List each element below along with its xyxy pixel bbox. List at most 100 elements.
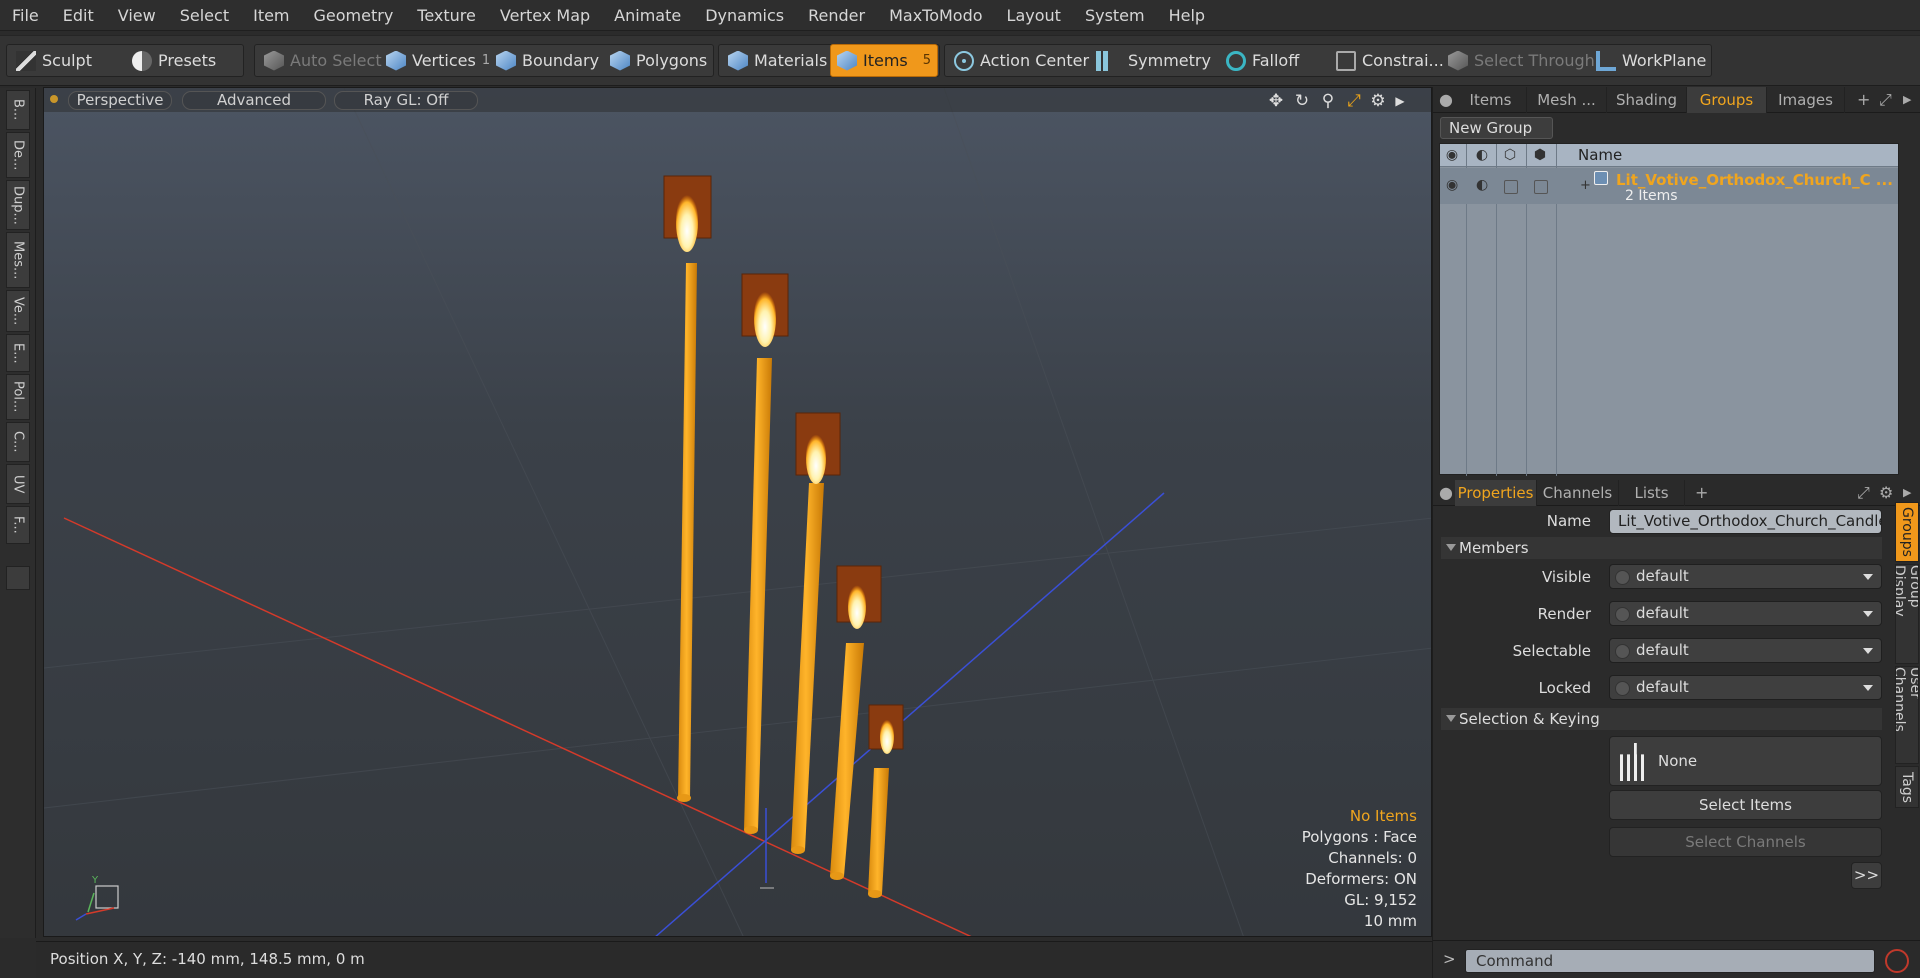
menu-layout[interactable]: Layout xyxy=(995,0,1073,31)
constraints-button[interactable]: Constrai... xyxy=(1330,44,1450,77)
3d-viewport[interactable]: Y Perspective Advanced Ray GL: Off ✥ ↻ ⚲… xyxy=(43,87,1432,937)
tab-images[interactable]: Images xyxy=(1767,87,1845,113)
group-row[interactable]: ◉ ◐ + Lit_Votive_Orthodox_Church_C ... 2… xyxy=(1440,168,1898,204)
menu-animate[interactable]: Animate xyxy=(602,0,693,31)
select-channels-button[interactable]: Select Channels xyxy=(1609,827,1882,857)
menu-render[interactable]: Render xyxy=(796,0,877,31)
menu-geometry[interactable]: Geometry xyxy=(302,0,406,31)
visibility-eye-icon[interactable]: ◉ xyxy=(1444,147,1460,163)
select-items-button[interactable]: Select Items xyxy=(1609,790,1882,820)
left-tab-duplicate[interactable]: Dup... xyxy=(6,180,30,230)
select-through-button[interactable]: Select Through xyxy=(1442,44,1601,77)
viewport-menu-arrow-icon[interactable]: ▶ xyxy=(1390,91,1410,111)
panel-menu-arrow-icon[interactable]: ▶ xyxy=(1903,87,1911,113)
action-center-button[interactable]: Action Center xyxy=(948,44,1095,77)
expand-icon[interactable]: ⤢ xyxy=(1879,87,1892,113)
side-tab-groups[interactable]: Groups xyxy=(1895,502,1919,562)
members-section[interactable]: Members xyxy=(1441,537,1882,559)
selection-info: No Items xyxy=(1349,807,1417,825)
new-group-button[interactable]: New Group xyxy=(1440,117,1553,139)
menu-vertex-map[interactable]: Vertex Map xyxy=(488,0,602,31)
auto-select-icon xyxy=(264,50,284,71)
left-tab-basic[interactable]: B... xyxy=(6,90,30,130)
render-icon[interactable]: ◐ xyxy=(1474,147,1490,163)
menu-system[interactable]: System xyxy=(1073,0,1157,31)
add-tab-icon[interactable]: + xyxy=(1857,87,1870,113)
menu-select[interactable]: Select xyxy=(168,0,241,31)
lock-icon[interactable]: ⬢ xyxy=(1532,147,1548,163)
zoom-icon[interactable]: ⚲ xyxy=(1318,91,1338,111)
workplane-button[interactable]: WorkPlane xyxy=(1590,44,1712,77)
viewport-status-dot xyxy=(50,95,58,103)
left-tab-polygon[interactable]: Pol... xyxy=(6,374,30,420)
left-tab-fusion[interactable]: F... xyxy=(6,506,30,544)
row-lock-checkbox[interactable] xyxy=(1534,180,1548,194)
candle-3 xyxy=(791,412,841,854)
locked-dropdown[interactable]: default xyxy=(1609,675,1882,700)
auto-select-button[interactable]: Auto Select xyxy=(258,44,388,77)
sculpt-button[interactable]: Sculpt xyxy=(10,44,98,77)
menu-item[interactable]: Item xyxy=(241,0,301,31)
raygl-toggle[interactable]: Ray GL: Off xyxy=(334,91,478,110)
group-name-field[interactable]: Lit_Votive_Orthodox_Church_Candles xyxy=(1609,509,1882,534)
menu-bar: File Edit View Select Item Geometry Text… xyxy=(0,0,1920,31)
presets-button[interactable]: Presets xyxy=(126,44,222,77)
viewport-settings-icon[interactable]: ⚙ xyxy=(1368,91,1388,111)
left-tab-deform[interactable]: De... xyxy=(6,132,30,178)
tab-shading[interactable]: Shading xyxy=(1607,87,1687,113)
select-icon[interactable]: ⬡ xyxy=(1502,147,1518,163)
left-tab-extra[interactable] xyxy=(6,566,30,590)
candle-2 xyxy=(741,273,789,834)
pan-icon[interactable]: ✥ xyxy=(1266,91,1286,111)
row-select-checkbox[interactable] xyxy=(1504,180,1518,194)
modo-window: File Edit View Select Item Geometry Text… xyxy=(0,0,1920,978)
vertices-button[interactable]: Vertices 1 xyxy=(380,44,496,77)
left-tab-edge[interactable]: E... xyxy=(6,334,30,372)
tab-groups[interactable]: Groups xyxy=(1687,87,1767,113)
menu-file[interactable]: File xyxy=(0,0,51,31)
left-tab-mesh-edit[interactable]: Mes... xyxy=(6,232,30,288)
more-button[interactable]: >> xyxy=(1851,862,1882,889)
shading-dropdown[interactable]: Advanced xyxy=(182,91,326,110)
items-button[interactable]: Items 5 xyxy=(830,44,938,77)
polygons-button[interactable]: Polygons xyxy=(604,44,713,77)
falloff-label: Falloff xyxy=(1252,51,1300,70)
group-item-count: 2 Items xyxy=(1625,188,1678,204)
menu-texture[interactable]: Texture xyxy=(405,0,488,31)
fit-icon[interactable]: ⤢ xyxy=(1344,91,1364,111)
action-center-label: Action Center xyxy=(980,51,1090,70)
falloff-button[interactable]: Falloff xyxy=(1220,44,1305,77)
menu-dynamics[interactable]: Dynamics xyxy=(693,0,796,31)
side-tab-group-display[interactable]: Group Display xyxy=(1895,564,1919,664)
side-tab-tags[interactable]: Tags xyxy=(1895,766,1919,808)
command-input[interactable]: Command xyxy=(1465,949,1875,973)
side-tab-user-channels[interactable]: User Channels xyxy=(1895,666,1919,764)
rotate-icon[interactable]: ↻ xyxy=(1292,91,1312,111)
tab-items[interactable]: Items xyxy=(1455,87,1527,113)
visible-label: Visible xyxy=(1542,568,1591,586)
tab-mesh[interactable]: Mesh ... xyxy=(1527,87,1607,113)
row-render-icon[interactable]: ◐ xyxy=(1476,177,1488,193)
view-type-dropdown[interactable]: Perspective xyxy=(68,91,172,110)
properties-panel: Name Lit_Votive_Orthodox_Church_Candles … xyxy=(1433,480,1920,920)
visible-dropdown[interactable]: default xyxy=(1609,564,1882,589)
menu-help[interactable]: Help xyxy=(1157,0,1217,31)
menu-view[interactable]: View xyxy=(106,0,168,31)
boundary-button[interactable]: Boundary xyxy=(490,44,605,77)
record-icon[interactable] xyxy=(1885,949,1909,973)
left-tab-curve[interactable]: C... xyxy=(6,422,30,462)
menu-edit[interactable]: Edit xyxy=(51,0,106,31)
render-dropdown[interactable]: default xyxy=(1609,601,1882,626)
materials-button[interactable]: Materials xyxy=(722,44,833,77)
expand-plus-icon[interactable]: + xyxy=(1580,178,1591,193)
groups-list[interactable]: ◉ ◐ ⬡ ⬢ Name ◉ ◐ + Lit_Votive_Orthodox_C… xyxy=(1439,143,1899,476)
selectable-dropdown[interactable]: default xyxy=(1609,638,1882,663)
none-button[interactable]: None xyxy=(1609,736,1882,786)
menu-maxtomodo[interactable]: MaxToModo xyxy=(877,0,994,31)
symmetry-button[interactable]: Symmetry xyxy=(1090,44,1217,77)
left-tab-vertex[interactable]: Ve... xyxy=(6,290,30,332)
left-tab-uv[interactable]: UV xyxy=(6,464,30,504)
row-visibility-icon[interactable]: ◉ xyxy=(1446,177,1458,193)
selection-keying-section[interactable]: Selection & Keying xyxy=(1441,708,1882,730)
boundary-icon xyxy=(496,50,516,71)
